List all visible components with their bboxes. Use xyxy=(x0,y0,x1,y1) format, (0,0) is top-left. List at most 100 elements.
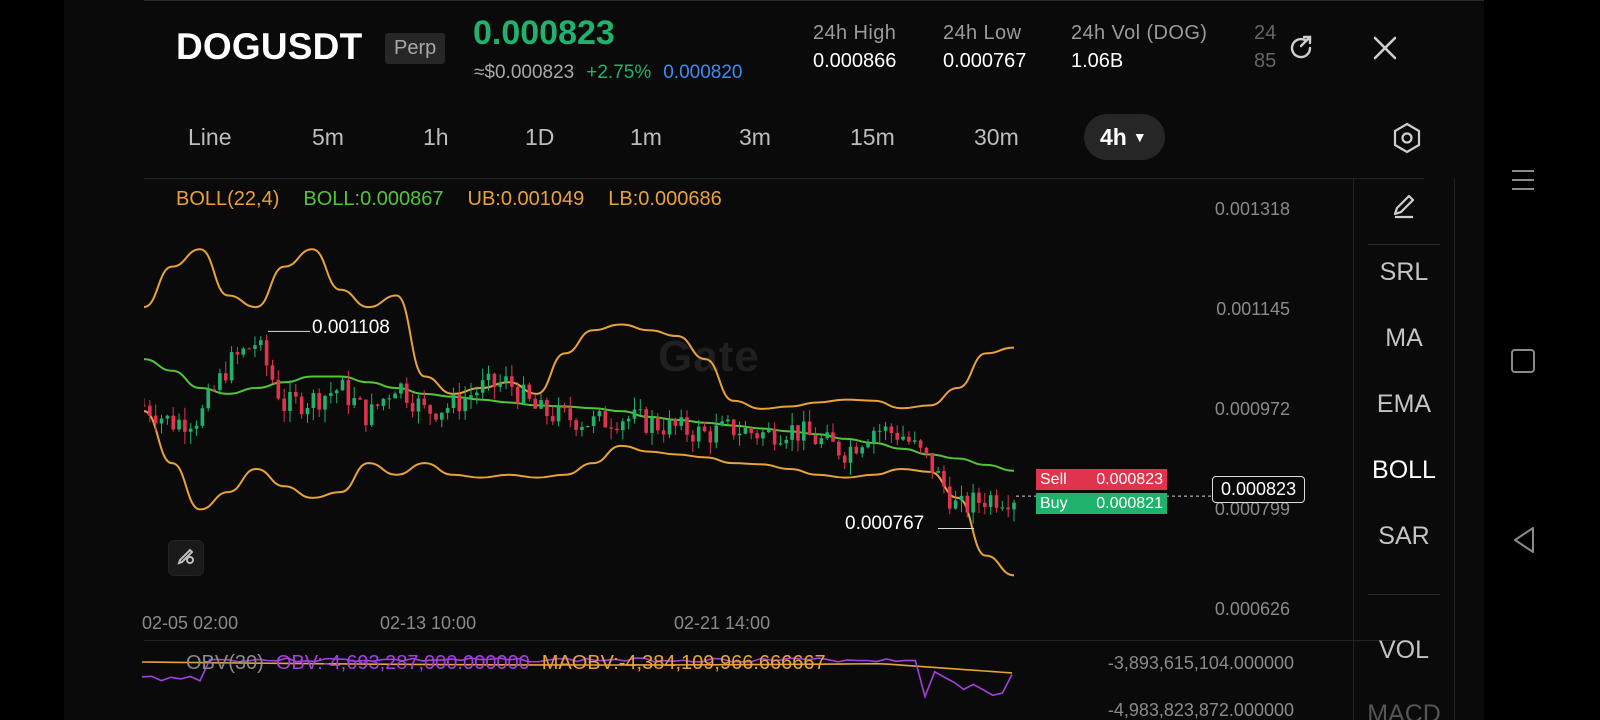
stat-label: 24h High xyxy=(813,22,897,44)
price-subline: ≈$0.000823 +2.75% 0.000820 xyxy=(474,62,742,84)
candle xyxy=(521,376,526,405)
candle xyxy=(264,334,269,377)
candle xyxy=(545,397,549,425)
candle xyxy=(188,423,193,444)
indicator-ma[interactable]: MA xyxy=(1354,324,1454,353)
candle-body xyxy=(953,500,958,509)
indicator-sar[interactable]: SAR xyxy=(1354,522,1454,551)
tab-30m[interactable]: 30m xyxy=(974,114,1019,160)
candle-body xyxy=(475,392,479,396)
candle-body xyxy=(480,380,485,393)
candle xyxy=(451,387,456,414)
candle xyxy=(200,404,205,428)
draw-tool-button[interactable] xyxy=(1354,192,1454,227)
candle-body xyxy=(889,426,894,434)
candle-body xyxy=(831,432,835,442)
candle-body xyxy=(918,440,923,448)
candle-body xyxy=(562,405,567,409)
tab-1d[interactable]: 1D xyxy=(525,114,554,160)
indicator-vol[interactable]: VOL xyxy=(1354,636,1454,665)
candle-body xyxy=(965,495,970,513)
candle xyxy=(726,415,730,425)
candle xyxy=(574,418,578,437)
candle xyxy=(983,492,987,515)
menu-icon[interactable] xyxy=(1510,168,1536,197)
candle xyxy=(772,422,777,451)
drawing-tool-button[interactable] xyxy=(168,540,204,576)
candle xyxy=(895,425,900,446)
candle xyxy=(317,388,321,418)
candle-body xyxy=(253,345,257,349)
obv-name: OBV(30) xyxy=(186,652,264,674)
series-line-lb xyxy=(144,410,1015,577)
back-triangle-icon[interactable] xyxy=(1512,526,1536,559)
candle-body xyxy=(264,340,269,366)
candle xyxy=(708,426,713,455)
candle xyxy=(159,414,164,434)
candle-body xyxy=(854,446,859,454)
candle xyxy=(620,418,625,440)
candle xyxy=(358,395,362,401)
indicator-ema[interactable]: EMA xyxy=(1354,390,1454,419)
candle-body xyxy=(656,417,660,431)
candle-body xyxy=(183,419,187,432)
candle xyxy=(375,403,380,410)
candle xyxy=(393,391,397,399)
candle-body xyxy=(971,492,975,513)
candle xyxy=(410,393,415,418)
candle xyxy=(171,407,175,432)
candle-body xyxy=(807,421,812,435)
candle-body xyxy=(597,410,602,417)
candle xyxy=(457,382,462,420)
candle-body xyxy=(369,404,374,426)
buy-price-tag[interactable]: Buy 0.000821 xyxy=(1036,493,1167,514)
candle-body xyxy=(772,428,777,445)
pencil-icon xyxy=(1390,194,1418,226)
tab-5m[interactable]: 5m xyxy=(312,114,344,160)
contract-type-badge: Perp xyxy=(385,33,446,64)
candle-body xyxy=(229,352,234,381)
obv-value: OBV:-4,693,287,000.000000 xyxy=(275,652,530,674)
candle xyxy=(679,409,683,431)
indicator-boll[interactable]: BOLL xyxy=(1354,456,1454,485)
stat-24h-high: 24h High 0.000866 xyxy=(813,22,896,73)
candle xyxy=(784,435,789,449)
candle xyxy=(901,425,905,442)
indicator-srl[interactable]: SRL xyxy=(1354,258,1454,287)
candle xyxy=(661,418,666,443)
home-square-icon[interactable] xyxy=(1510,348,1536,379)
tab-15m[interactable]: 15m xyxy=(850,114,895,160)
close-icon[interactable] xyxy=(1370,33,1400,68)
price-chart[interactable] xyxy=(144,210,1294,610)
candle-body xyxy=(428,405,432,414)
tab-4h[interactable]: 4h ▼ xyxy=(1084,114,1165,160)
candle xyxy=(597,409,602,422)
candle xyxy=(930,452,935,479)
tab-1m[interactable]: 1m xyxy=(630,114,662,160)
candle xyxy=(539,393,543,410)
candle-body xyxy=(1006,507,1010,510)
candle-body xyxy=(206,389,211,409)
candle-body xyxy=(515,386,520,404)
sell-price-tag[interactable]: Sell 0.000823 xyxy=(1036,469,1167,490)
candle-body xyxy=(784,439,789,444)
pair-title[interactable]: DOGUSDT xyxy=(176,26,362,68)
candle-body xyxy=(591,416,596,427)
candle-body xyxy=(912,440,917,442)
candle-body xyxy=(766,428,771,433)
candle-body xyxy=(930,452,935,473)
candle xyxy=(831,423,835,442)
candle xyxy=(755,430,759,445)
side-divider xyxy=(1368,244,1440,245)
candle-body xyxy=(375,404,380,406)
usd-price: ≈$0.000823 xyxy=(474,62,575,83)
settings-hexagon-icon[interactable] xyxy=(1392,122,1422,159)
indicator-macd[interactable]: MACD xyxy=(1354,700,1454,720)
tab-1h[interactable]: 1h xyxy=(423,114,449,160)
tab-line[interactable]: Line xyxy=(188,114,231,160)
stat-value: 0.000866 xyxy=(813,50,897,72)
candle xyxy=(971,483,975,524)
candle-body xyxy=(609,427,613,429)
tab-3m[interactable]: 3m xyxy=(739,114,771,160)
candle-body xyxy=(620,421,625,431)
